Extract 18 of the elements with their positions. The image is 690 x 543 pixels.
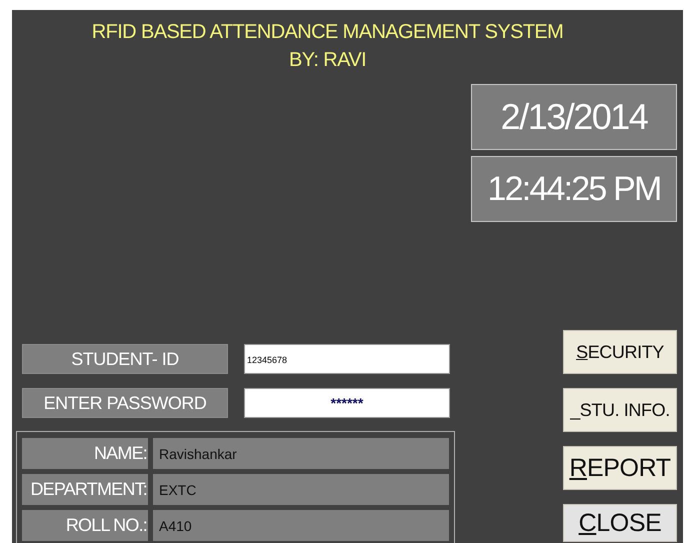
app-title: RFID BASED ATTENDANCE MANAGEMENT SYSTEM <box>92 20 564 45</box>
menu-button[interactable]: _STU. INFO. <box>563 388 677 432</box>
menu-button[interactable]: CLOSE <box>563 504 677 542</box>
field-label: ENTER PASSWORD <box>22 388 228 418</box>
time-display: 12:44:25 PM <box>471 156 677 222</box>
student-id-field[interactable]: 12345678 <box>244 344 450 374</box>
detail-label: ROLL NO.: <box>22 510 148 541</box>
menu-button[interactable]: REPORT <box>563 446 677 490</box>
menu-button[interactable]: SECURITY <box>563 330 677 374</box>
detail-value: Ravishankar <box>153 438 449 469</box>
detail-value: A410 <box>153 510 449 541</box>
detail-label: NAME: <box>22 438 148 469</box>
author-credit: BY: RAVI <box>288 48 366 73</box>
date-display: 2/13/2014 <box>471 84 677 150</box>
password-field[interactable]: ****** <box>244 388 450 418</box>
field-label: STUDENT- ID <box>22 344 228 374</box>
detail-label: DEPARTMENT: <box>22 474 148 505</box>
detail-value: EXTC <box>153 474 449 505</box>
